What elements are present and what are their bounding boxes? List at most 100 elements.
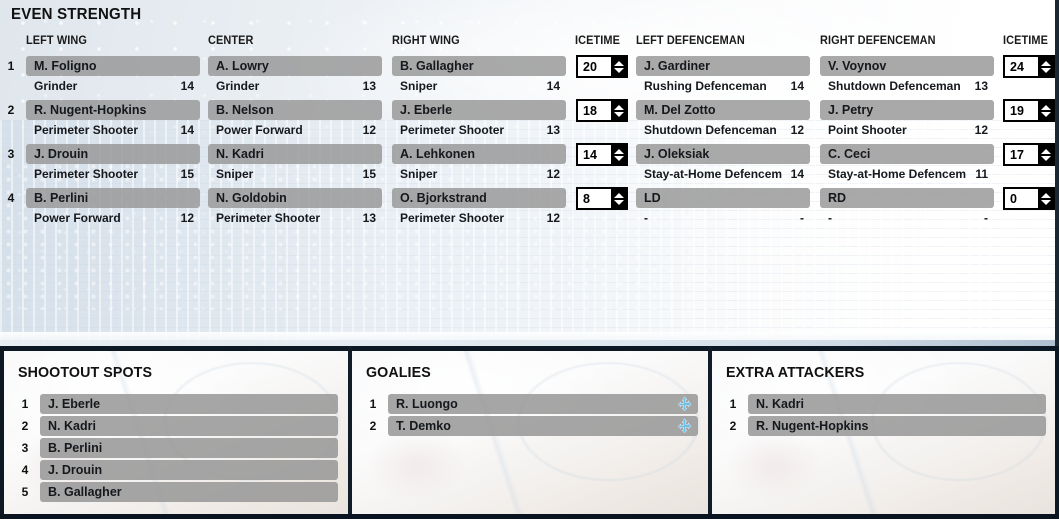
- list-item[interactable]: 4 J. Drouin: [18, 460, 340, 480]
- forward-line-icetime-stepper[interactable]: 8: [576, 187, 628, 210]
- chevron-up-icon[interactable]: [1041, 60, 1051, 66]
- player-trait: Shutdown Defenceman: [644, 123, 777, 137]
- icetime-stepper-arrows[interactable]: [611, 56, 627, 77]
- list-item-player-name[interactable]: T. Demko: [388, 416, 698, 436]
- icetime-stepper-arrows[interactable]: [1038, 144, 1054, 165]
- right-defenceman-slot[interactable]: J. Petry: [820, 100, 994, 120]
- right-wing-slot[interactable]: A. Lehkonen: [392, 144, 566, 164]
- chevron-down-icon[interactable]: [614, 155, 624, 161]
- forward-line-number: 2: [7, 103, 15, 117]
- list-item[interactable]: 2 R. Nugent-Hopkins: [726, 416, 1048, 436]
- icetime-stepper-arrows[interactable]: [611, 144, 627, 165]
- forward-line-number: 4: [7, 191, 15, 205]
- forward-line-icetime-stepper[interactable]: 20: [576, 55, 628, 78]
- list-item-player-name[interactable]: R. Luongo: [388, 394, 698, 414]
- icetime-stepper-arrows[interactable]: [1038, 56, 1054, 77]
- player-rating: 12: [546, 211, 560, 225]
- right-defenceman-slot[interactable]: V. Voynov: [820, 56, 994, 76]
- even-strength-panel: EVEN STRENGTH LEFT WING CENTER RIGHT WIN…: [0, 0, 1059, 346]
- right-defenceman-slot[interactable]: C. Ceci: [820, 144, 994, 164]
- left-defenceman-slot[interactable]: M. Del Zotto: [636, 100, 810, 120]
- left-defenceman-details: Stay-at-Home Defencem 14: [636, 165, 810, 183]
- chevron-down-icon[interactable]: [614, 67, 624, 73]
- player-trait: Stay-at-Home Defencem: [644, 167, 783, 181]
- icetime-value[interactable]: 14: [577, 144, 611, 165]
- list-item-player-name[interactable]: J. Eberle: [40, 394, 338, 414]
- right-wing-slot[interactable]: B. Gallagher: [392, 56, 566, 76]
- list-item-player-name[interactable]: N. Kadri: [40, 416, 338, 436]
- list-item[interactable]: 2 T. Demko: [366, 416, 700, 436]
- center-slot[interactable]: N. Kadri: [208, 144, 382, 164]
- icetime-value[interactable]: 17: [1004, 144, 1038, 165]
- player-rating: 14: [790, 79, 804, 93]
- list-item-player-name[interactable]: R. Nugent-Hopkins: [748, 416, 1046, 436]
- list-item[interactable]: 3 B. Perlini: [18, 438, 340, 458]
- center-slot[interactable]: N. Goldobin: [208, 188, 382, 208]
- column-header-right-defenceman: RIGHT DEFENCEMAN: [820, 35, 936, 47]
- player-rating: 12: [790, 123, 804, 137]
- list-item[interactable]: 1 J. Eberle: [18, 394, 340, 414]
- icetime-stepper-arrows[interactable]: [1038, 100, 1054, 121]
- player-trait: Perimeter Shooter: [34, 167, 139, 181]
- left-wing-slot[interactable]: J. Drouin: [26, 144, 200, 164]
- chevron-down-icon[interactable]: [614, 199, 624, 205]
- right-wing-slot[interactable]: J. Eberle: [392, 100, 566, 120]
- chevron-down-icon[interactable]: [614, 111, 624, 117]
- defence-pair-icetime-stepper[interactable]: 19: [1003, 99, 1055, 122]
- chevron-up-icon[interactable]: [614, 148, 624, 154]
- list-item-number: 2: [369, 419, 377, 433]
- forward-line-icetime-stepper[interactable]: 18: [576, 99, 628, 122]
- chevron-up-icon[interactable]: [614, 104, 624, 110]
- defence-pair-icetime-stepper[interactable]: 24: [1003, 55, 1055, 78]
- icetime-value[interactable]: 24: [1004, 56, 1038, 77]
- chevron-down-icon[interactable]: [1041, 111, 1051, 117]
- list-item-player-name[interactable]: B. Perlini: [40, 438, 338, 458]
- left-wing-slot[interactable]: M. Foligno: [26, 56, 200, 76]
- chevron-up-icon[interactable]: [1041, 104, 1051, 110]
- list-item-player-name[interactable]: N. Kadri: [748, 394, 1046, 414]
- left-wing-slot[interactable]: R. Nugent-Hopkins: [26, 100, 200, 120]
- chevron-down-icon[interactable]: [1041, 199, 1051, 205]
- chevron-down-icon[interactable]: [1041, 155, 1051, 161]
- right-wing-details: Sniper 14: [392, 77, 566, 95]
- icetime-value[interactable]: 8: [577, 188, 611, 209]
- icetime-value[interactable]: 18: [577, 100, 611, 121]
- move-arrows-icon[interactable]: [676, 418, 693, 435]
- icetime-stepper-arrows[interactable]: [611, 100, 627, 121]
- icetime-stepper-arrows[interactable]: [611, 188, 627, 209]
- chevron-up-icon[interactable]: [1041, 192, 1051, 198]
- center-slot[interactable]: A. Lowry: [208, 56, 382, 76]
- list-item[interactable]: 2 N. Kadri: [18, 416, 340, 436]
- player-rating: 11: [975, 167, 988, 181]
- forward-line-icetime-stepper[interactable]: 14: [576, 143, 628, 166]
- right-wing-slot[interactable]: O. Bjorkstrand: [392, 188, 566, 208]
- chevron-up-icon[interactable]: [614, 60, 624, 66]
- left-defenceman-slot[interactable]: J. Gardiner: [636, 56, 810, 76]
- list-item-number: 3: [21, 441, 29, 455]
- player-rating: 13: [974, 79, 988, 93]
- chevron-up-icon[interactable]: [1041, 148, 1051, 154]
- chevron-down-icon[interactable]: [1041, 67, 1051, 73]
- move-arrows-icon[interactable]: [676, 396, 693, 413]
- chevron-up-icon[interactable]: [614, 192, 624, 198]
- icetime-value[interactable]: 20: [577, 56, 611, 77]
- defence-pair-icetime-stepper[interactable]: 17: [1003, 143, 1055, 166]
- icetime-stepper-arrows[interactable]: [1038, 188, 1054, 209]
- list-item[interactable]: 1 N. Kadri: [726, 394, 1048, 414]
- center-slot[interactable]: B. Nelson: [208, 100, 382, 120]
- player-trait: Perimeter Shooter: [216, 211, 321, 225]
- left-wing-slot[interactable]: B. Perlini: [26, 188, 200, 208]
- list-item-number: 1: [21, 397, 29, 411]
- right-defenceman-slot[interactable]: RD: [820, 188, 994, 208]
- list-item[interactable]: 1 R. Luongo: [366, 394, 700, 414]
- list-item-player-name[interactable]: J. Drouin: [40, 460, 338, 480]
- left-defenceman-slot[interactable]: LD: [636, 188, 810, 208]
- icetime-value[interactable]: 0: [1004, 188, 1038, 209]
- left-defenceman-slot[interactable]: J. Oleksiak: [636, 144, 810, 164]
- goalies-title: GOALIES: [366, 364, 431, 381]
- list-item[interactable]: 5 B. Gallagher: [18, 482, 340, 502]
- icetime-value[interactable]: 19: [1004, 100, 1038, 121]
- list-item-player-name[interactable]: B. Gallagher: [40, 482, 338, 502]
- defence-pair-icetime-stepper[interactable]: 0: [1003, 187, 1055, 210]
- player-trait: Perimeter Shooter: [34, 123, 139, 137]
